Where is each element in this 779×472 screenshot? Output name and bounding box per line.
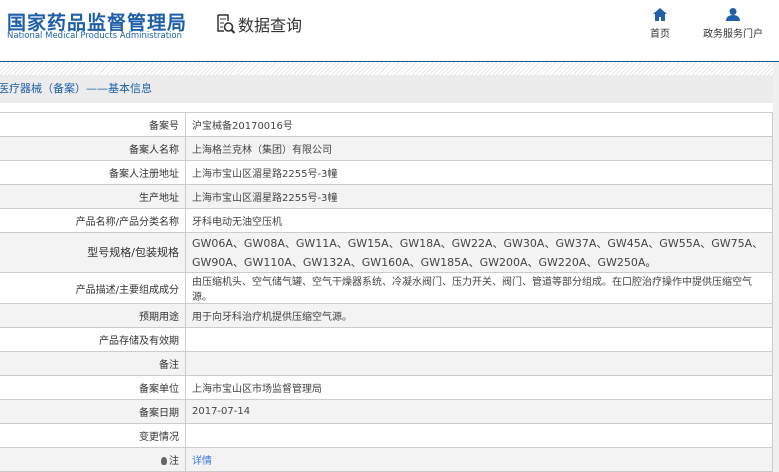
page-title: 医疗器械（备案）——基本信息 xyxy=(0,75,779,103)
row-label-text: 产品存储及有效期 xyxy=(99,336,179,347)
row-label-text: 备案单位 xyxy=(139,384,179,395)
row-value: 详情 xyxy=(185,447,773,472)
row-label: 预期用途 xyxy=(0,303,186,328)
row-value xyxy=(185,351,773,376)
row-label-text: 备案人注册地址 xyxy=(109,169,179,180)
row-label-text: 注 xyxy=(169,456,179,467)
row-label: 备案号 xyxy=(0,112,186,137)
row-label: 备案单位 xyxy=(0,375,186,400)
row-label: 备案日期 xyxy=(0,399,186,424)
row-value: 由压缩机头、空气储气罐、空气干燥器系统、冷凝水阀门、压力开关、阀门、管道等部分组… xyxy=(185,272,773,304)
data-query-title: 数据查询 xyxy=(216,12,302,36)
nav-gov-service[interactable]: 政务服务门户 xyxy=(703,8,763,40)
row-value: 牙科电动无油空压机 xyxy=(185,208,773,233)
home-icon xyxy=(653,8,667,21)
table-row: 备案号 沪宝械备20170016号 xyxy=(0,112,773,137)
table-row: 型号规格/包装规格 GW06A、GW08A、GW11A、GW15A、GW18A、G… xyxy=(0,232,773,273)
table-row: 备案人注册地址 上海市宝山区湄星路2255号-3幢 xyxy=(0,160,773,185)
row-label: 注 xyxy=(0,447,186,472)
row-label: 产品描述/主要组成成分 xyxy=(0,272,186,304)
row-label-text: 备案号 xyxy=(149,121,179,132)
row-value: 上海市宝山区湄星路2255号-3幢 xyxy=(185,184,773,209)
row-label: 变更情况 xyxy=(0,423,186,448)
logo-subtitle: National Medical Products Administration xyxy=(7,31,182,41)
row-label-text: 产品名称/产品分类名称 xyxy=(75,217,179,228)
bulb-icon xyxy=(161,457,167,465)
row-label-text: 备案人名称 xyxy=(129,145,179,156)
table-row: 备案日期 2017-07-14 xyxy=(0,399,773,424)
table-row: 备注 xyxy=(0,351,773,376)
details-link[interactable]: 详情 xyxy=(192,456,212,467)
table-row: 产品名称/产品分类名称 牙科电动无油空压机 xyxy=(0,208,773,233)
table-row: 注 详情 xyxy=(0,447,773,472)
table-row: 产品描述/主要组成成分 由压缩机头、空气储气罐、空气干燥器系统、冷凝水阀门、压力开… xyxy=(0,272,773,304)
row-value xyxy=(185,423,773,448)
row-value: 2017-07-14 xyxy=(185,399,773,424)
table-row: 产品存储及有效期 xyxy=(0,327,773,352)
row-label-text: 预期用途 xyxy=(139,312,179,323)
row-label-text: 产品描述/主要组成成分 xyxy=(75,284,179,296)
row-label: 产品名称/产品分类名称 xyxy=(0,208,186,233)
document-search-icon xyxy=(217,14,236,34)
table-row: 预期用途 用于向牙科治疗机提供压缩空气源。 xyxy=(0,303,773,328)
table-row: 备案人名称 上海格兰克林（集团）有限公司 xyxy=(0,136,773,161)
nav-home-label: 首页 xyxy=(650,29,670,40)
divider-stripe xyxy=(0,62,779,75)
row-label: 备注 xyxy=(0,351,186,376)
row-label: 生产地址 xyxy=(0,184,186,209)
row-label-text: 备案日期 xyxy=(139,408,179,419)
row-value: 上海市宝山区市场监督管理局 xyxy=(185,375,773,400)
row-label-text: 生产地址 xyxy=(139,193,179,204)
user-icon xyxy=(726,8,740,21)
row-label-text: 型号规格/包装规格 xyxy=(87,246,179,259)
table-row: 备案单位 上海市宝山区市场监督管理局 xyxy=(0,375,773,400)
row-value: GW06A、GW08A、GW11A、GW15A、GW18A、GW22A、GW30… xyxy=(185,232,773,273)
header: 国家药品监督管理局 National Medical Products Admi… xyxy=(0,0,779,62)
row-label: 型号规格/包装规格 xyxy=(0,232,186,273)
table-row: 变更情况 xyxy=(0,423,773,448)
row-label-text: 备注 xyxy=(159,360,179,371)
row-label: 产品存储及有效期 xyxy=(0,327,186,352)
data-query-label: 数据查询 xyxy=(238,16,303,35)
row-value: 用于向牙科治疗机提供压缩空气源。 xyxy=(185,303,773,328)
detail-table: 备案号 沪宝械备20170016号 备案人名称 上海格兰克林（集团）有限公司 备案人注册… xyxy=(0,112,773,472)
row-label-text: 变更情况 xyxy=(139,432,179,443)
table-row: 生产地址 上海市宝山区湄星路2255号-3幢 xyxy=(0,184,773,209)
nav-gov-service-label: 政务服务门户 xyxy=(703,29,763,40)
row-label: 备案人注册地址 xyxy=(0,160,186,185)
nav-home[interactable]: 首页 xyxy=(650,8,670,40)
scrollbar[interactable] xyxy=(773,62,779,472)
row-value: 沪宝械备20170016号 xyxy=(185,112,773,137)
row-value: 上海市宝山区湄星路2255号-3幢 xyxy=(185,160,773,185)
row-value xyxy=(185,327,773,352)
row-value: 上海格兰克林（集团）有限公司 xyxy=(185,136,773,161)
row-label: 备案人名称 xyxy=(0,136,186,161)
